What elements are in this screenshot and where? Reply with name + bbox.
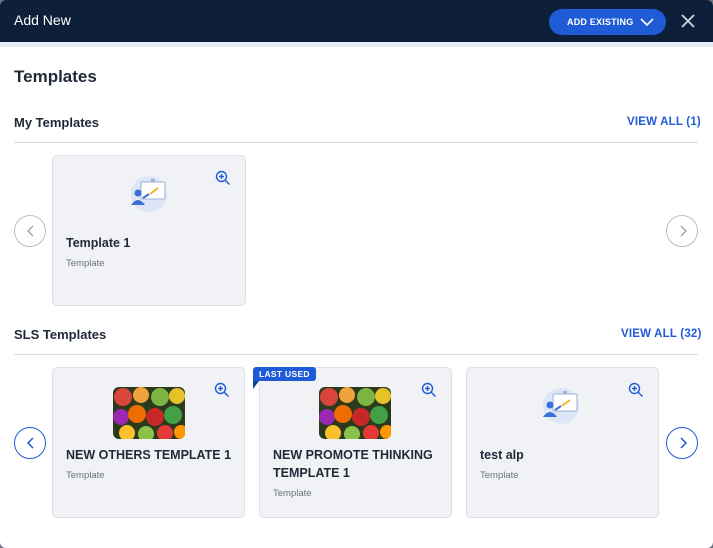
add-new-modal: Add New ADD EXISTING Templates My Templa…: [0, 0, 713, 548]
zoom-in-icon[interactable]: [628, 382, 644, 398]
sls-templates-divider: [14, 354, 698, 355]
chevron-left-icon: [26, 437, 34, 449]
presentation-icon: [543, 388, 579, 424]
presentation-icon: [131, 176, 167, 212]
template-type: Template: [480, 470, 519, 481]
page-title: Templates: [14, 67, 97, 86]
my-templates-prev-button[interactable]: [14, 215, 46, 247]
template-card[interactable]: test alp Template: [466, 367, 659, 518]
sls-templates-title: SLS Templates: [14, 327, 107, 342]
fruit-image: [113, 387, 185, 439]
add-existing-label: ADD EXISTING: [567, 17, 634, 27]
last-used-badge: LAST USED: [253, 367, 316, 381]
close-icon[interactable]: [678, 11, 698, 31]
sls-templates-prev-button[interactable]: [14, 427, 46, 459]
template-type: Template: [273, 488, 312, 499]
zoom-in-icon[interactable]: [215, 170, 231, 186]
template-type: Template: [66, 258, 105, 269]
template-name: test alp: [480, 448, 524, 462]
add-existing-button[interactable]: ADD EXISTING: [549, 9, 666, 35]
template-card[interactable]: NEW PROMOTE THINKING TEMPLATE 1 Template: [259, 367, 452, 518]
template-name: Template 1: [66, 236, 131, 250]
chevron-right-icon: [680, 437, 688, 449]
sls-templates-next-button[interactable]: [666, 427, 698, 459]
sls-templates-view-all-link[interactable]: VIEW ALL (32): [621, 328, 702, 340]
header-strip: [0, 42, 713, 47]
my-templates-next-button[interactable]: [666, 215, 698, 247]
zoom-in-icon[interactable]: [214, 382, 230, 398]
template-name: NEW PROMOTE THINKING TEMPLATE 1: [273, 448, 433, 480]
badge-tail: [253, 381, 259, 389]
zoom-in-icon[interactable]: [421, 382, 437, 398]
chevron-down-icon: [640, 18, 654, 27]
my-templates-divider: [14, 142, 698, 143]
template-type: Template: [66, 470, 105, 481]
fruit-image: [319, 387, 391, 439]
template-name: NEW OTHERS TEMPLATE 1: [66, 448, 232, 462]
my-templates-view-all-link[interactable]: VIEW ALL (1): [627, 116, 701, 128]
modal-header: Add New ADD EXISTING: [0, 0, 713, 42]
modal-title: Add New: [14, 12, 71, 28]
template-card[interactable]: NEW OTHERS TEMPLATE 1 Template: [52, 367, 245, 518]
chevron-right-icon: [680, 225, 687, 237]
chevron-left-icon: [27, 225, 34, 237]
my-templates-title: My Templates: [14, 115, 100, 130]
template-card[interactable]: Template 1 Template: [52, 155, 246, 306]
